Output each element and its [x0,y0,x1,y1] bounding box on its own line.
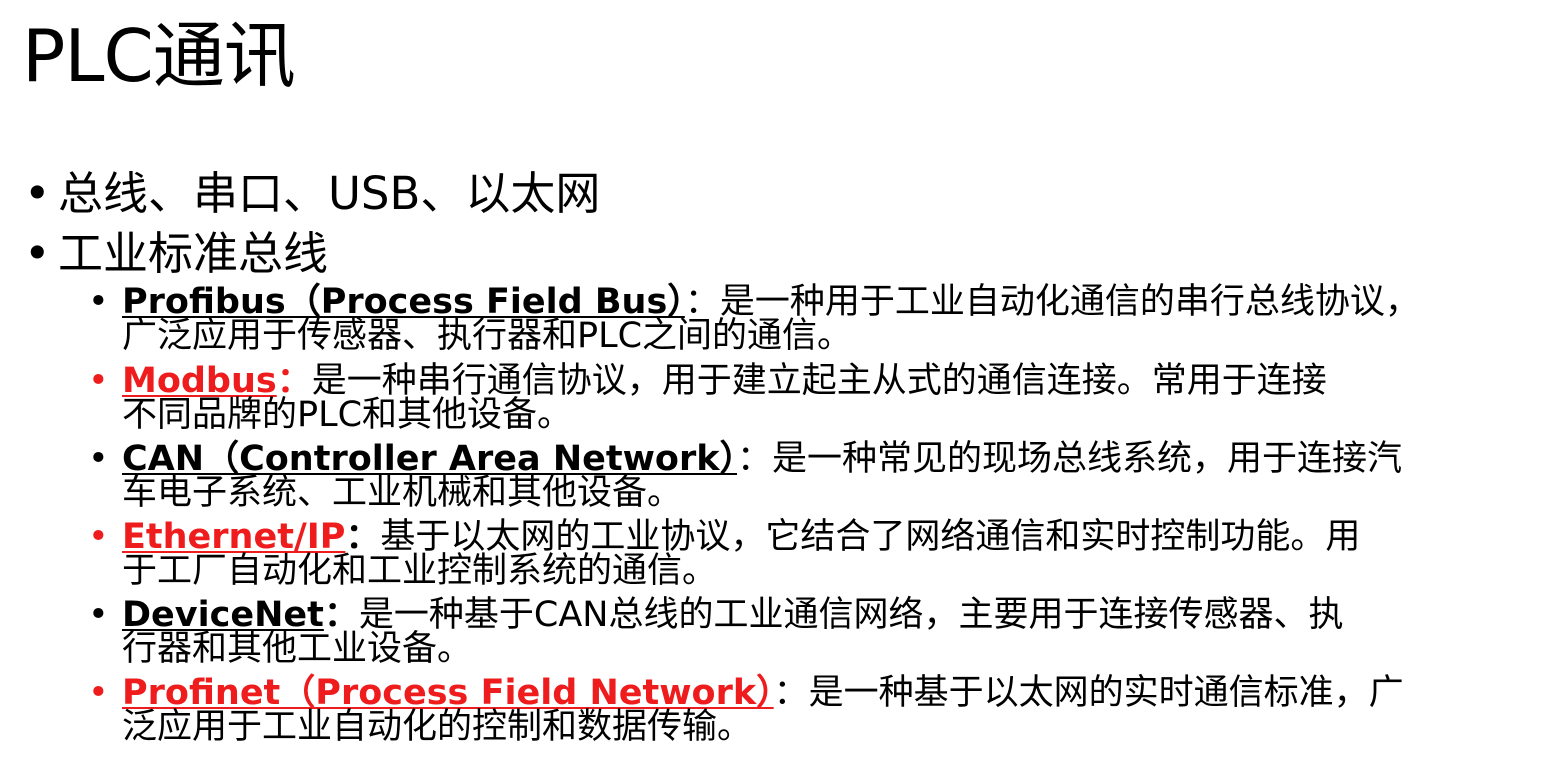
bullet-dot-icon: • [88,439,109,479]
bullet-dot-icon: • [88,595,109,635]
description-line: 泛应用于工业自动化的控制和数据传输。 [122,707,753,747]
description-line: 是一种基于CAN总线的工业通信网络，主要用于连接传感器、执 [358,595,1344,635]
separator: ： [773,673,809,713]
description-line: 车电子系统、工业机械和其他设备。 [122,473,683,513]
bullet-text: 工业标准总线 [58,227,329,280]
description-line: 于工厂自动化和工业控制系统的通信。 [122,551,718,591]
description-line: 广泛应用于传感器、执行器和PLC之间的通信。 [122,316,853,356]
bullet-dot-icon: • [88,673,109,713]
slide-title: PLC通讯 [22,14,296,98]
description-line: 是一种基于以太网的实时通信标准，广 [808,673,1404,713]
bullet-dot-icon: • [88,517,109,557]
description-line: 不同品牌的PLC和其他设备。 [122,395,573,435]
description-line: 行器和其他工业设备。 [122,629,473,669]
bullet-dot-icon: • [24,167,51,220]
bullet-text: 总线、串口、USB、以太网 [58,167,601,220]
bullet-dot-icon: • [88,361,109,401]
bullet-dot-icon: • [88,282,109,322]
slide: PLC通讯 • 总线、串口、USB、以太网 • 工业标准总线 • Profibu… [0,0,1541,776]
bullet-dot-icon: • [24,227,51,280]
description-line: 是一种常见的现场总线系统，用于连接汽 [772,439,1403,479]
separator: ： [737,439,773,479]
